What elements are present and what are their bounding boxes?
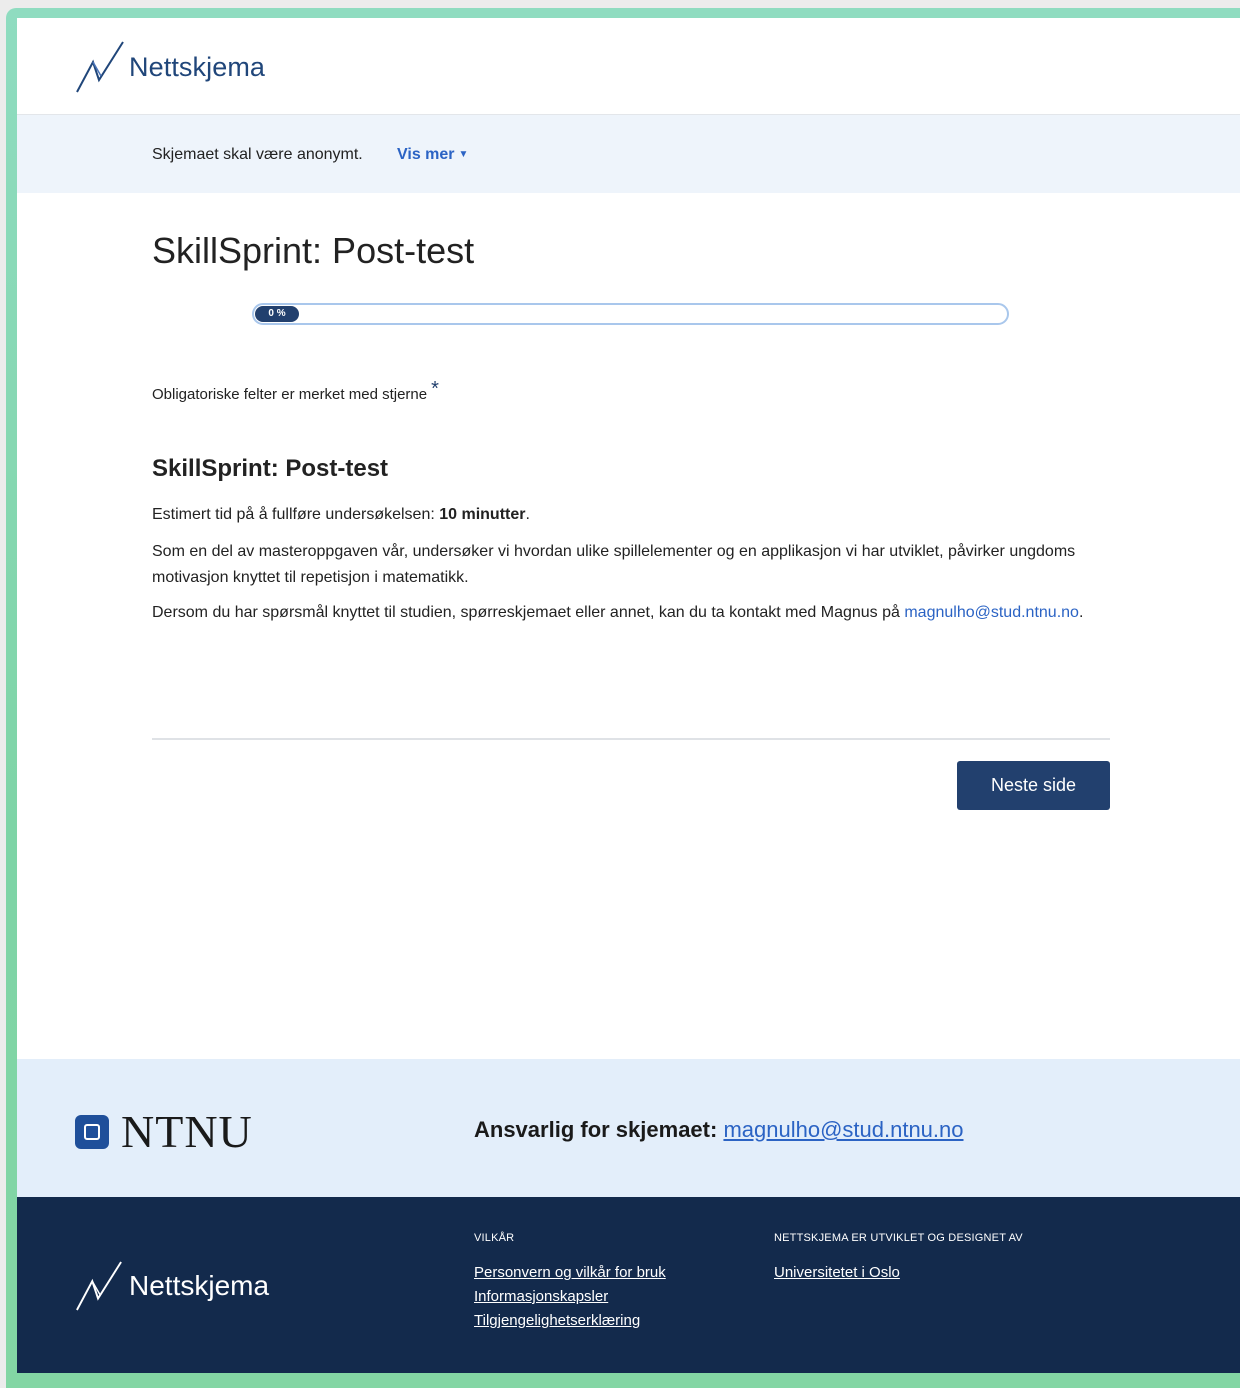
ntnu-logo-text: NTNU	[121, 1106, 253, 1157]
section-title: SkillSprint: Post-test	[152, 455, 389, 482]
caret-down-icon: ▼	[458, 149, 469, 160]
responsible-label: Ansvarlig for skjemaet:	[474, 1117, 718, 1142]
mandatory-note: Obligatoriske felter er merket med stjer…	[152, 378, 439, 405]
show-more-button[interactable]: Vis mer ▼	[397, 146, 468, 164]
privacy-terms-link[interactable]: Personvern og vilkår for bruk	[474, 1264, 666, 1281]
accessibility-link[interactable]: Tilgjengelighetserklæring	[474, 1312, 666, 1329]
uio-link[interactable]: Universitetet i Oslo	[774, 1264, 1023, 1281]
responsible-email-link[interactable]: magnulho@stud.ntnu.no	[723, 1117, 963, 1142]
cookies-link[interactable]: Informasjonskapsler	[474, 1288, 666, 1305]
notice-text: Skjemaet skal være anonymt.	[152, 146, 363, 163]
footer-responsible: NTNU Ansvarlig for skjemaet: magnulho@st…	[17, 1059, 1240, 1197]
page: Nettskjema Skjemaet skal være anonymt. V…	[17, 18, 1240, 1373]
contact-paragraph: Dersom du har spørsmål knyttet til studi…	[152, 600, 1112, 626]
terms-heading: VILKÅR	[474, 1232, 515, 1244]
footer-logo-text: Nettskjema	[129, 1270, 270, 1301]
nettskjema-logo[interactable]: Nettskjema	[75, 40, 265, 94]
developer-column: NETTSKJEMA ER UTVIKLET OG DESIGNET AV Un…	[774, 1232, 1023, 1288]
footer-nettskjema-logo-icon	[76, 1261, 122, 1311]
estimate-suffix: .	[525, 506, 530, 523]
anonymity-notice: Skjemaet skal være anonymt. Vis mer ▼	[17, 115, 1240, 193]
ntnu-logo: NTNU	[75, 1105, 253, 1158]
developer-heading: NETTSKJEMA ER UTVIKLET OG DESIGNET AV	[774, 1232, 1023, 1244]
show-more-label: Vis mer	[397, 146, 455, 163]
contact-suffix: .	[1078, 604, 1084, 621]
footer-nettskjema-logo: Nettskjema	[75, 1259, 269, 1313]
contact-text: Dersom du har spørsmål knyttet til studi…	[152, 604, 905, 621]
ntnu-logo-icon	[75, 1114, 109, 1149]
estimate-prefix: Estimert tid på å fullføre undersøkelsen…	[152, 506, 440, 523]
required-star-icon: *	[431, 378, 439, 400]
nettskjema-logo-icon	[76, 41, 124, 93]
next-page-button[interactable]: Neste side	[957, 761, 1110, 810]
divider	[152, 738, 1110, 740]
logo-text: Nettskjema	[129, 51, 266, 82]
description-paragraph: Som en del av masteroppgaven vår, unders…	[152, 543, 1076, 586]
mandatory-text: Obligatoriske felter er merket med stjer…	[152, 386, 428, 403]
estimate-text: Estimert tid på å fullføre undersøkelsen…	[152, 506, 530, 524]
site-footer: Nettskjema VILKÅR Personvern og vilkår f…	[17, 1197, 1240, 1373]
site-header: Nettskjema	[17, 18, 1240, 115]
progress-indicator: 0 %	[255, 306, 299, 322]
contact-email-link[interactable]: magnulho@stud.ntnu.no	[904, 604, 1079, 621]
responsible-line: Ansvarlig for skjemaet: magnulho@stud.nt…	[474, 1117, 964, 1143]
page-title: SkillSprint: Post-test	[152, 230, 475, 271]
estimate-value: 10 minutter	[439, 506, 526, 523]
progress-bar: 0 %	[252, 303, 1009, 325]
terms-column: VILKÅR Personvern og vilkår for bruk Inf…	[474, 1232, 666, 1336]
